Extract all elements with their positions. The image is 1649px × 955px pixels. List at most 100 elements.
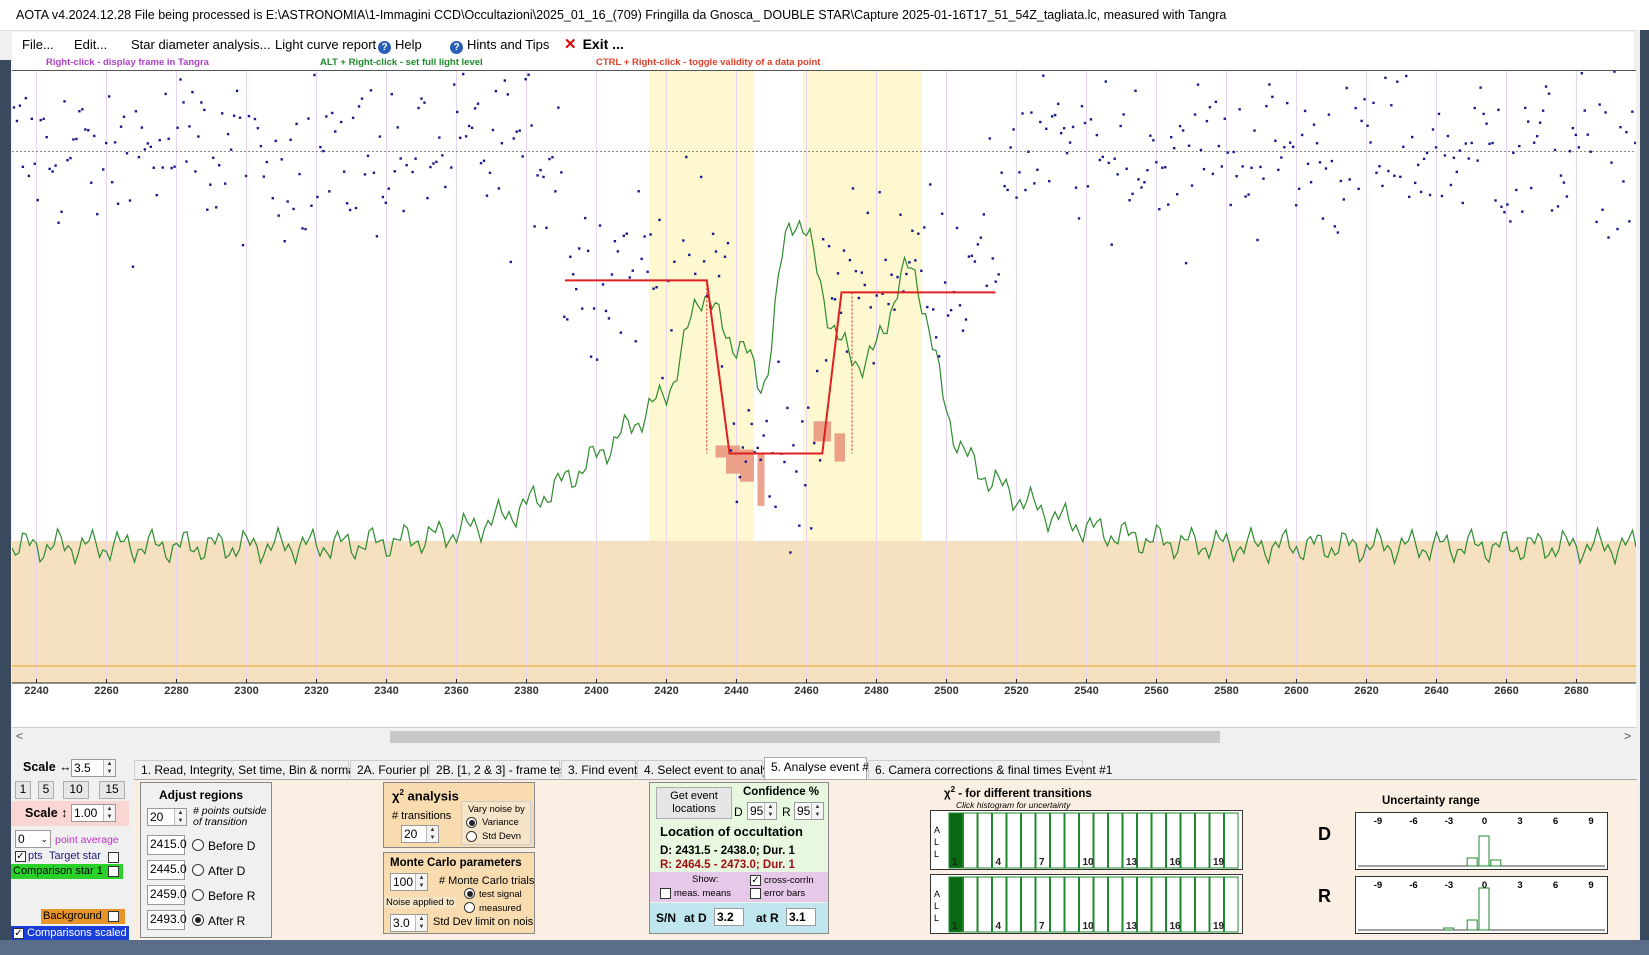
tab-analyse-event[interactable]: 5. Analyse event #1 xyxy=(764,757,876,779)
get-event-locations-button[interactable]: Get event locations xyxy=(656,787,732,819)
measured-radio[interactable] xyxy=(464,902,475,913)
before-d-radio[interactable] xyxy=(192,839,204,851)
menu-star-diameter[interactable]: Star diameter analysis... xyxy=(131,37,270,52)
data-point xyxy=(1083,121,1087,125)
scale-button-1[interactable]: 1 xyxy=(15,781,31,799)
pts-checkbox[interactable]: ✓ xyxy=(15,851,26,862)
menu-hints[interactable]: ? Hints and Tips xyxy=(450,37,549,54)
confidence-d-spinner[interactable]: 95 ▲ ▼ xyxy=(747,802,777,820)
chi2-hist-d-svg[interactable]: ALL1 4 7 10 13 16 19 xyxy=(931,811,1242,869)
target-star-checkbox[interactable] xyxy=(108,852,119,863)
spinner-arrows-icon[interactable]: ▲ ▼ xyxy=(426,826,438,842)
before-r-radio[interactable] xyxy=(192,889,204,901)
scale-button-10[interactable]: 10 xyxy=(63,781,89,799)
data-point xyxy=(1256,238,1259,242)
spinner-arrows-icon[interactable]: ▲ ▼ xyxy=(103,805,115,821)
data-point xyxy=(146,142,150,145)
after-d-value[interactable]: 2445.0 xyxy=(147,860,187,880)
data-point xyxy=(1503,211,1506,214)
points-outside-spinner[interactable]: 20 ▲ ▼ xyxy=(147,808,187,826)
data-point xyxy=(896,275,899,279)
chi2-hist-d[interactable]: A L L 1 4 7 10 13 16 19 xyxy=(930,810,1243,870)
after-d-radio[interactable] xyxy=(192,864,204,876)
std-dev-spinner[interactable]: 3.0 ▲ ▼ xyxy=(390,914,428,932)
comparisons-scaled-checkbox[interactable]: ✓ xyxy=(13,928,24,939)
mc-trials-spinner[interactable]: 100 ▲ ▼ xyxy=(390,873,428,891)
comparison-star-checkbox[interactable] xyxy=(108,866,119,877)
background-checkbox[interactable] xyxy=(108,911,119,922)
data-point xyxy=(1268,83,1271,86)
chi2-bar xyxy=(1064,876,1079,933)
tab-find-events[interactable]: 3. Find events xyxy=(561,760,643,778)
tab-camera-corrections[interactable]: 6. Camera corrections & final times Even… xyxy=(868,760,1112,778)
tab-frame-test[interactable]: 2B. [1, 2 & 3] - frame test xyxy=(429,760,569,778)
error-bars-checkbox[interactable] xyxy=(750,888,761,899)
data-point xyxy=(1048,180,1051,183)
uncertainty-r-svg: -9 -6 -3 0 3 6 9 xyxy=(1358,880,1605,931)
transitions-spinner[interactable]: 20 ▲ ▼ xyxy=(401,825,439,843)
measured-label: measured xyxy=(479,903,522,914)
variance-radio[interactable] xyxy=(466,817,477,828)
data-point xyxy=(1042,74,1045,77)
scale-button-15[interactable]: 15 xyxy=(99,781,125,799)
point-average-select[interactable]: 0 ⌄ xyxy=(15,830,51,848)
data-point xyxy=(51,170,54,173)
scroll-left-icon[interactable]: < xyxy=(16,729,23,743)
spinner-arrows-icon[interactable]: ▲ ▼ xyxy=(415,874,427,890)
uncertainty-title: Uncertainty range xyxy=(1382,795,1480,807)
scale-button-5[interactable]: 5 xyxy=(38,781,54,799)
data-point xyxy=(830,297,834,300)
tab-read[interactable]: 1. Read, Integrity, Set time, Bin & norm… xyxy=(134,760,373,778)
spinner-arrows-icon[interactable]: ▲ ▼ xyxy=(174,809,186,825)
scale-v-spinner[interactable]: 1.00 ▲ ▼ xyxy=(71,804,116,822)
tab-fourier[interactable]: 2A. Fourier plot xyxy=(350,760,439,778)
data-point xyxy=(1324,167,1328,170)
data-point xyxy=(30,117,33,121)
spinner-arrows-icon[interactable]: ▲ ▼ xyxy=(103,760,115,776)
scroll-thumb[interactable] xyxy=(390,731,1220,743)
chi2-bar xyxy=(1093,876,1108,933)
before-d-value[interactable]: 2415.0 xyxy=(147,835,187,855)
data-point xyxy=(658,218,661,222)
light-curve-svg[interactable]: 2240 2260 2280 2300 2320 2340 2360 2380 2400 2420… xyxy=(11,44,1637,728)
spinner-arrows-icon[interactable]: ▲ ▼ xyxy=(811,803,823,819)
chi2-hist-r-svg[interactable]: ALL1 4 7 10 13 16 19 xyxy=(931,875,1242,933)
data-point xyxy=(197,135,200,138)
data-point xyxy=(1193,113,1197,116)
confidence-r-spinner[interactable]: 95 ▲ ▼ xyxy=(794,802,824,820)
meas-means-checkbox[interactable] xyxy=(660,888,671,899)
x-tick-label: 2380 xyxy=(514,685,538,697)
menu-help[interactable]: ? Help xyxy=(378,37,422,54)
horizontal-scrollbar[interactable]: < > xyxy=(12,727,1636,745)
menu-exit[interactable]: ✕ Exit ... xyxy=(564,35,624,53)
light-curve-plot[interactable]: 2240 2260 2280 2300 2320 2340 2360 2380 2400 2420… xyxy=(11,44,1637,728)
before-r-value[interactable]: 2459.0 xyxy=(147,885,187,905)
data-point xyxy=(325,115,328,118)
menu-light-curve-report[interactable]: Light curve report xyxy=(275,37,376,52)
data-point xyxy=(518,129,521,132)
window-title: AOTA v4.2024.12.28 File being processed … xyxy=(16,8,1227,22)
std-devn-radio[interactable] xyxy=(466,831,477,842)
after-r-radio[interactable] xyxy=(192,914,204,926)
data-point xyxy=(1408,195,1411,199)
data-point xyxy=(289,138,292,141)
data-point xyxy=(1524,106,1527,110)
menu-edit[interactable]: Edit... xyxy=(74,37,107,52)
spinner-arrows-icon[interactable]: ▲ ▼ xyxy=(764,803,776,819)
tab-select-event[interactable]: 4. Select event to analyse xyxy=(637,760,781,778)
data-point xyxy=(994,280,997,283)
chevron-down-icon[interactable]: ⌄ xyxy=(40,831,48,847)
x-tick-label: 2480 xyxy=(864,685,888,697)
menu-file[interactable]: File... xyxy=(22,37,54,52)
cross-corrln-checkbox[interactable]: ✓ xyxy=(750,875,761,886)
after-r-value[interactable]: 2493.0 xyxy=(147,910,187,930)
data-point xyxy=(857,296,861,300)
points-outside-value: 20 xyxy=(150,810,164,824)
scroll-right-icon[interactable]: > xyxy=(1624,729,1631,743)
chi2-hist-r[interactable]: A L L 1 4 7 10 13 16 19 xyxy=(930,874,1243,934)
scale-h-spinner[interactable]: 3.5 ▲ ▼ xyxy=(71,759,116,777)
test-signal-radio[interactable] xyxy=(464,888,475,899)
data-point xyxy=(765,419,768,423)
spinner-arrows-icon[interactable]: ▲ ▼ xyxy=(415,915,427,931)
data-point xyxy=(1506,203,1509,206)
